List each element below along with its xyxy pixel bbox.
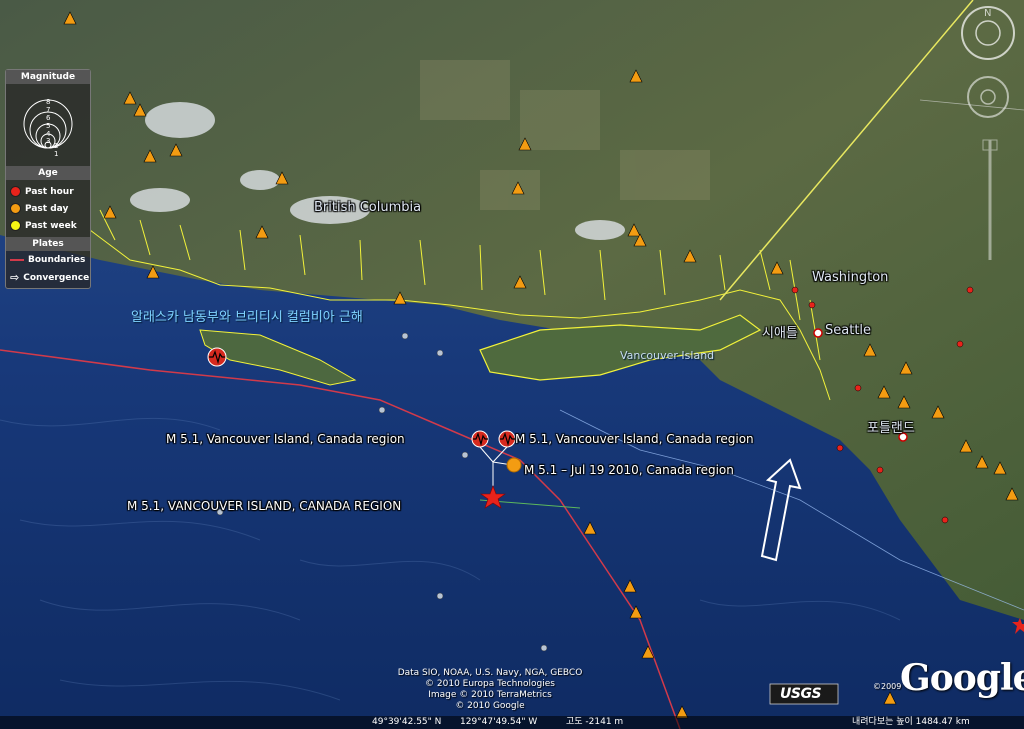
map-viewport[interactable]: N British Columbia Washington Seattle 시애… bbox=[0, 0, 1024, 729]
magnitude-scale-label: 5 bbox=[46, 122, 50, 130]
google-logo: Google bbox=[900, 657, 1024, 699]
past-week-dot-icon bbox=[10, 220, 21, 231]
label-seattle: Seattle bbox=[825, 323, 872, 338]
past-day-quake bbox=[506, 457, 522, 473]
legend-past-hour-label: Past hour bbox=[25, 186, 74, 197]
magnitude-scale-label: 2 bbox=[54, 142, 58, 150]
legend-age-title: Age bbox=[6, 166, 90, 180]
past-day-dot-icon bbox=[10, 203, 21, 214]
legend-boundaries-label: Boundaries bbox=[28, 255, 86, 265]
status-eye-altitude: 내려다보는 높이 1484.47 km bbox=[852, 717, 970, 727]
attribution-line-3: Image © 2010 TerraMetrics bbox=[428, 690, 552, 700]
status-elevation: 고도 -2141 m bbox=[566, 717, 624, 727]
seismogram-icon bbox=[498, 430, 516, 448]
seismogram-icon bbox=[207, 347, 227, 367]
label-sea-korean: 알래스카 남동부와 브리티시 컬럼비아 근해 bbox=[131, 310, 363, 325]
copyright-year: ©2009 bbox=[873, 682, 902, 691]
magnitude-circles-icon: 87 65 43 21 bbox=[23, 98, 73, 156]
seismogram-icon bbox=[471, 430, 489, 448]
quake-label-dated[interactable]: M 5.1 – Jul 19 2010, Canada region bbox=[524, 463, 734, 477]
legend-past-week-label: Past week bbox=[25, 220, 77, 231]
svg-text:N: N bbox=[984, 8, 991, 19]
quake-label-right[interactable]: M 5.1, Vancouver Island, Canada region bbox=[515, 432, 754, 446]
label-portland-korean: 포틀랜드 bbox=[867, 421, 915, 436]
seattle-marker bbox=[813, 328, 823, 338]
legend-convergence-label: Convergence bbox=[23, 272, 90, 283]
magnitude-scale-label: 3 bbox=[46, 137, 50, 145]
label-washington: Washington bbox=[812, 270, 889, 285]
convergence-arrow-icon: ⇨ bbox=[10, 271, 20, 284]
legend-boundaries: Boundaries bbox=[10, 255, 85, 265]
attribution-line-2: © 2010 Europa Technologies bbox=[425, 679, 555, 689]
quake-label-left[interactable]: M 5.1, Vancouver Island, Canada region bbox=[166, 432, 405, 446]
magnitude-scale-label: 7 bbox=[46, 106, 50, 114]
map-canvas[interactable]: N bbox=[0, 0, 1024, 729]
label-vancouver-island: Vancouver Island bbox=[620, 349, 715, 362]
legend-convergence: ⇨ Convergence bbox=[10, 271, 89, 284]
status-bar: 49°39'42.55" N 129°47'49.54" W 고도 -2141 … bbox=[0, 716, 1024, 729]
attribution-line-4: © 2010 Google bbox=[455, 701, 525, 711]
legend-past-day: Past day bbox=[10, 203, 68, 214]
legend-past-day-label: Past day bbox=[25, 203, 69, 214]
status-longitude: 129°47'49.54" W bbox=[460, 717, 538, 727]
past-hour-dot-icon bbox=[10, 186, 21, 197]
label-seattle-korean: 시애틀 bbox=[762, 326, 798, 341]
quake-label-star[interactable]: M 5.1, VANCOUVER ISLAND, CANADA REGION bbox=[127, 499, 401, 513]
attribution: Data SIO, NOAA, U.S. Navy, NGA, GEBCO © … bbox=[380, 668, 600, 712]
legend-plates-title: Plates bbox=[6, 237, 90, 251]
magnitude-scale-label: 1 bbox=[54, 150, 58, 156]
label-british-columbia: British Columbia bbox=[314, 200, 422, 215]
legend-panel: Magnitude 87 65 43 21 Age Past hour Past… bbox=[5, 69, 91, 289]
magnitude-scale-label: 8 bbox=[46, 98, 50, 106]
status-latitude: 49°39'42.55" N bbox=[372, 717, 442, 727]
legend-past-hour: Past hour bbox=[10, 186, 74, 197]
magnitude-scale-label: 6 bbox=[46, 114, 51, 122]
legend-past-week: Past week bbox=[10, 220, 77, 231]
boundary-line-icon bbox=[10, 259, 24, 261]
legend-magnitude-title: Magnitude bbox=[6, 70, 90, 84]
usgs-label: USGS bbox=[780, 686, 822, 702]
attribution-line-1: Data SIO, NOAA, U.S. Navy, NGA, GEBCO bbox=[397, 668, 583, 678]
